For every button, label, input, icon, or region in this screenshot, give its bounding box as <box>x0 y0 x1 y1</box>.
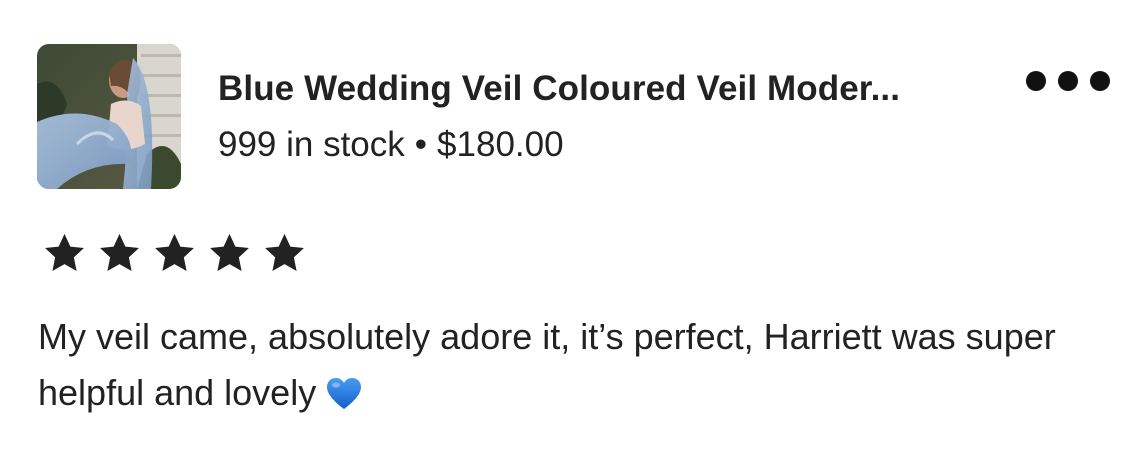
more-horizontal-icon <box>1026 71 1046 91</box>
review-text: My veil came, absolutely adore it, it’s … <box>38 316 1056 413</box>
listing-title[interactable]: Blue Wedding Veil Coloured Veil Moder... <box>218 68 998 110</box>
product-thumbnail[interactable] <box>37 44 181 189</box>
meta-separator: • <box>414 125 428 164</box>
review-text-block: My veil came, absolutely adore it, it’s … <box>38 309 1128 421</box>
review-card: Blue Wedding Veil Coloured Veil Moder...… <box>0 0 1144 468</box>
star-icon <box>42 231 87 275</box>
blue-heart-icon <box>326 377 362 411</box>
listing-meta: 999 in stock • $180.00 <box>218 124 564 166</box>
listing-price: $180.00 <box>437 125 564 164</box>
star-icon <box>97 231 142 275</box>
more-horizontal-icon-dot <box>1058 71 1078 91</box>
star-icon <box>262 231 307 275</box>
more-options-button[interactable] <box>1026 66 1110 96</box>
star-rating <box>42 231 307 275</box>
product-photo <box>37 44 181 189</box>
stock-count: 999 in stock <box>218 125 405 164</box>
more-horizontal-icon-dot <box>1090 71 1110 91</box>
star-icon <box>152 231 197 275</box>
star-icon <box>207 231 252 275</box>
